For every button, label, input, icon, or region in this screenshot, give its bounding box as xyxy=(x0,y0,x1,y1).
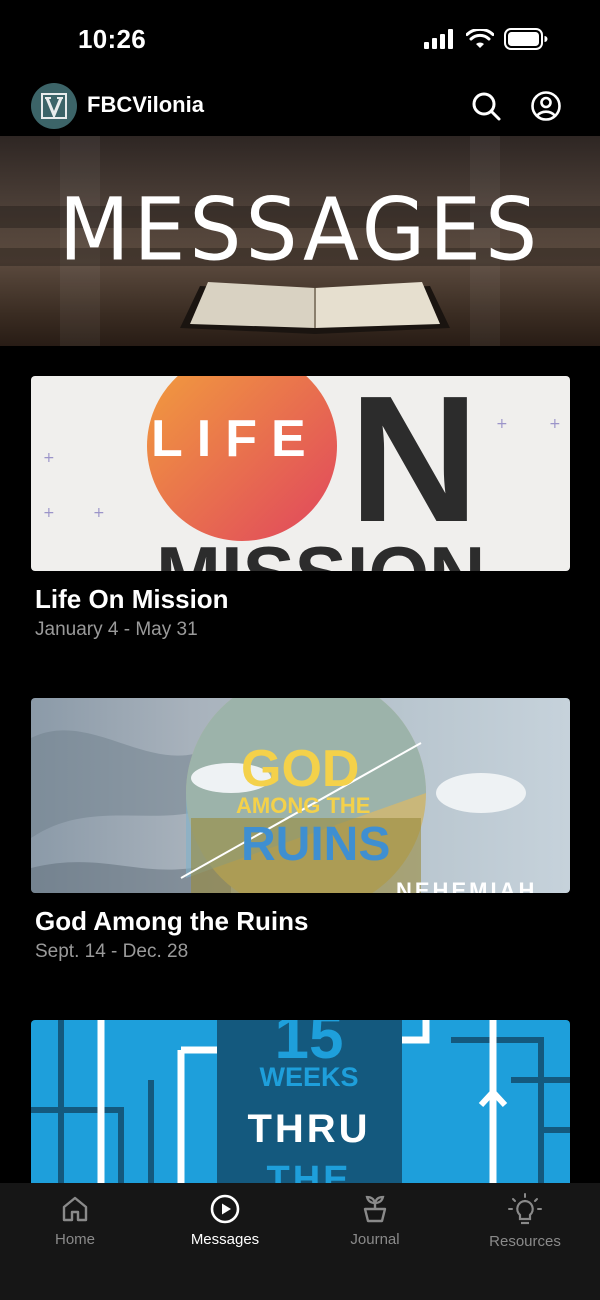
series-title: Life On Mission xyxy=(35,584,229,614)
home-icon xyxy=(62,1196,88,1222)
tab-label: Home xyxy=(54,1231,95,1248)
lightbulb-icon xyxy=(508,1193,542,1225)
life-on-mission-artwork: +++ +++ LIFE N MISSION xyxy=(43,376,561,571)
series-artwork: +++ +++ LIFE N MISSION xyxy=(31,376,570,571)
plant-icon xyxy=(363,1195,387,1223)
hero-title: MESSAGES xyxy=(58,180,542,281)
art-word-nehemiah: NEHEMIAH xyxy=(396,878,537,893)
fifteen-weeks-artwork: 15 WEEKS THRU THE xyxy=(31,1020,570,1183)
art-word-the: THE xyxy=(267,1159,352,1183)
svg-text:+: + xyxy=(43,450,55,466)
series-title: God Among the Ruins xyxy=(35,906,309,936)
art-word-thru: THRU xyxy=(247,1107,370,1151)
logo-v-icon xyxy=(41,93,67,119)
art-word-weeks: WEEKS xyxy=(259,1062,358,1092)
account-icon[interactable] xyxy=(530,90,562,122)
messages-hero-banner: MESSAGES xyxy=(0,136,600,346)
svg-text:+: + xyxy=(496,416,508,432)
open-bible-image xyxy=(180,282,450,334)
svg-text:+: + xyxy=(43,505,55,521)
play-circle-icon xyxy=(210,1194,240,1224)
series-card-life-on-mission[interactable]: +++ +++ LIFE N MISSION Life On Mission J… xyxy=(31,376,570,640)
tab-label: Messages xyxy=(190,1231,260,1248)
art-word-god: GOD xyxy=(241,740,359,798)
tab-label: Resources xyxy=(489,1233,561,1250)
series-dates: January 4 - May 31 xyxy=(35,619,198,640)
tab-journal[interactable]: Journal xyxy=(300,1193,450,1263)
church-logo[interactable] xyxy=(31,83,77,129)
art-word-life: LIFE xyxy=(151,410,320,468)
tab-messages[interactable]: Messages xyxy=(150,1193,300,1263)
art-word-mission: MISSION xyxy=(156,530,485,571)
battery-icon xyxy=(504,28,548,50)
bottom-tab-bar: Home Messages Journal Resources xyxy=(0,1183,600,1300)
art-word-among-the: AMONG THE xyxy=(236,793,370,818)
svg-text:+: + xyxy=(93,505,105,521)
tab-home[interactable]: Home xyxy=(0,1193,150,1263)
app-title: FBCVilonia xyxy=(87,92,204,117)
status-bar: 10:26 xyxy=(0,0,600,80)
god-among-the-ruins-artwork: GOD AMONG THE RUINS NEHEMIAH xyxy=(31,698,537,893)
wifi-icon xyxy=(466,29,494,48)
tab-resources[interactable]: Resources xyxy=(450,1193,600,1263)
status-icons xyxy=(424,28,548,50)
app-header: FBCVilonia xyxy=(0,80,600,136)
art-word-ruins: RUINS xyxy=(241,818,390,871)
series-card-god-among-the-ruins[interactable]: GOD AMONG THE RUINS NEHEMIAH God Among t… xyxy=(31,698,570,962)
cellular-signal-icon xyxy=(424,29,453,49)
tab-label: Journal xyxy=(350,1231,400,1248)
svg-text:+: + xyxy=(549,416,561,432)
series-card-15-weeks[interactable]: 15 WEEKS THRU THE xyxy=(31,1020,570,1183)
series-artwork: 15 WEEKS THRU THE xyxy=(31,1020,570,1183)
series-artwork: GOD AMONG THE RUINS NEHEMIAH xyxy=(31,698,570,893)
series-dates: Sept. 14 - Dec. 28 xyxy=(35,941,189,962)
search-icon[interactable] xyxy=(470,90,502,122)
status-time: 10:26 xyxy=(78,24,146,54)
